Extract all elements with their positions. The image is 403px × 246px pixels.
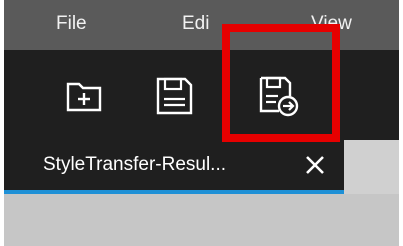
menu-file[interactable]: File bbox=[56, 13, 87, 35]
tab-strip-empty bbox=[344, 140, 399, 194]
tab-bar: StyleTransfer-Resul... bbox=[4, 140, 399, 194]
new-folder-icon bbox=[66, 82, 102, 112]
tab-styletransfer-result[interactable]: StyleTransfer-Resul... bbox=[4, 140, 344, 194]
app-window: File Edi View StyleTransfer-Resul... bbox=[4, 0, 399, 246]
tab-title: StyleTransfer-Resul... bbox=[43, 154, 227, 175]
new-folder-button[interactable] bbox=[56, 68, 112, 124]
save-icon bbox=[156, 77, 193, 115]
close-icon bbox=[306, 156, 324, 174]
document-area bbox=[4, 194, 399, 246]
tab-close-button[interactable] bbox=[302, 152, 328, 178]
menu-edit[interactable]: Edi bbox=[182, 13, 209, 35]
save-button[interactable] bbox=[146, 68, 202, 124]
red-highlight-box bbox=[222, 24, 340, 142]
